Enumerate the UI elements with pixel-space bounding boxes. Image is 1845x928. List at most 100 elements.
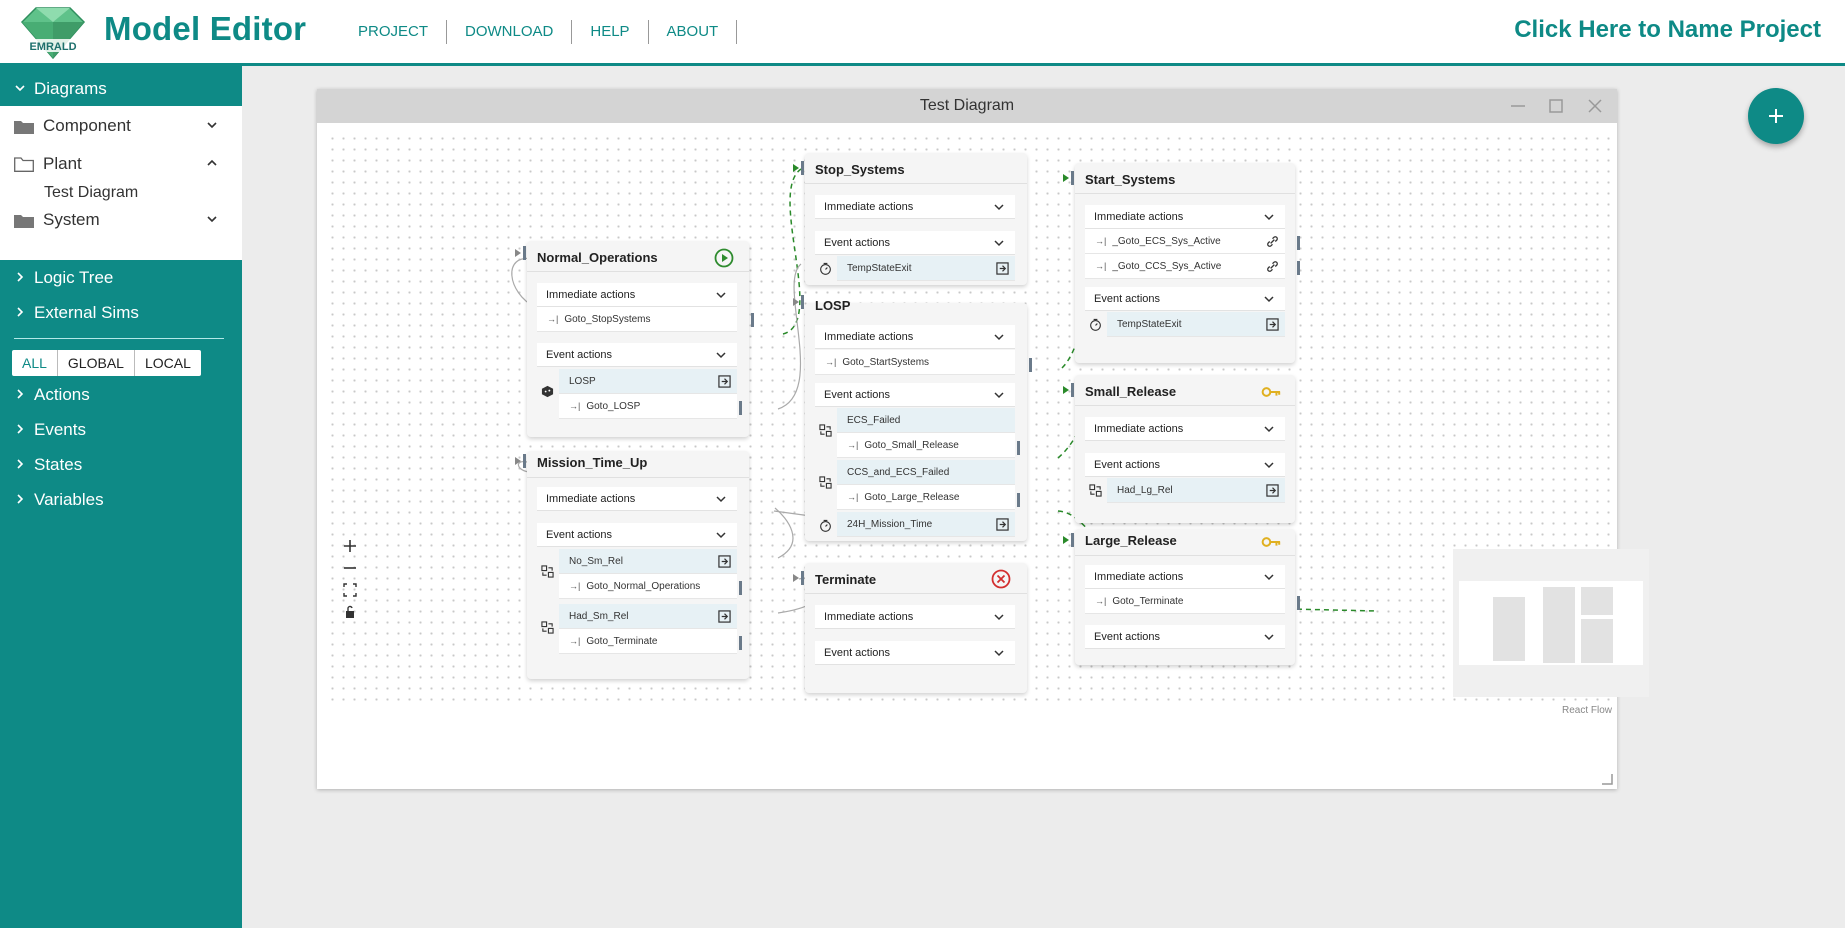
- input-handle[interactable]: [793, 161, 804, 175]
- state-node-losp[interactable]: LOSP Immediate actions →| Goto_StartSyst…: [793, 295, 1032, 541]
- exit-icon[interactable]: [718, 555, 731, 568]
- event-actions-toggle[interactable]: Event actions: [815, 641, 1015, 665]
- input-handle[interactable]: [1063, 533, 1074, 547]
- output-handle[interactable]: [739, 581, 742, 595]
- filter-global[interactable]: GLOBAL: [58, 350, 135, 376]
- diagram-canvas[interactable]: Normal_Operations Immediate actions →| G…: [327, 133, 1649, 716]
- external-sims-section-toggle[interactable]: External Sims: [0, 298, 242, 328]
- state-title[interactable]: Terminate: [815, 572, 876, 587]
- immediate-actions-toggle[interactable]: Immediate actions: [1085, 205, 1285, 229]
- link-icon[interactable]: [1266, 235, 1279, 248]
- fit-view-button[interactable]: [339, 579, 361, 601]
- state-node-small-release[interactable]: Small_Release Immediate actions Event ac…: [1063, 375, 1295, 523]
- menu-download[interactable]: DOWNLOAD: [447, 20, 573, 44]
- output-handle[interactable]: [1029, 358, 1032, 372]
- exit-icon[interactable]: [1266, 318, 1279, 331]
- immediate-actions-toggle[interactable]: Immediate actions: [537, 487, 737, 511]
- immediate-actions-toggle[interactable]: Immediate actions: [1085, 565, 1285, 589]
- state-node-terminate[interactable]: Terminate Immediate actions Event action…: [793, 563, 1027, 693]
- output-handle[interactable]: [1017, 493, 1020, 507]
- immediate-actions-toggle[interactable]: Immediate actions: [815, 325, 1015, 349]
- input-handle[interactable]: [515, 454, 526, 468]
- event-row[interactable]: TempStateExit: [837, 256, 1015, 281]
- action-row[interactable]: →| Goto_LOSP: [559, 394, 737, 419]
- output-handle[interactable]: [739, 401, 742, 415]
- event-actions-toggle[interactable]: Event actions: [537, 343, 737, 367]
- state-node-large-release[interactable]: Large_Release Immediate actions →| Goto_…: [1063, 529, 1300, 665]
- event-row[interactable]: ECS_Failed: [837, 408, 1015, 433]
- logic-tree-section-toggle[interactable]: Logic Tree: [0, 263, 242, 293]
- resize-handle-icon[interactable]: [1601, 773, 1613, 785]
- event-actions-toggle[interactable]: Event actions: [1085, 625, 1285, 649]
- maximize-icon[interactable]: [1545, 95, 1567, 117]
- action-row[interactable]: →| Goto_Terminate: [1085, 589, 1285, 614]
- action-row[interactable]: →| _Goto_CCS_Sys_Active: [1085, 254, 1285, 279]
- lock-button[interactable]: [339, 601, 361, 623]
- input-handle[interactable]: [515, 246, 526, 260]
- filter-all[interactable]: ALL: [12, 350, 58, 376]
- state-title[interactable]: Mission_Time_Up: [537, 455, 647, 470]
- event-actions-toggle[interactable]: Event actions: [1085, 453, 1285, 477]
- events-section-toggle[interactable]: Events: [0, 415, 242, 445]
- zoom-in-button[interactable]: [339, 535, 361, 557]
- event-actions-toggle[interactable]: Event actions: [1085, 287, 1285, 311]
- state-node-start-systems[interactable]: Start_Systems Immediate actions →| _Goto…: [1063, 163, 1300, 363]
- minimap[interactable]: [1453, 549, 1649, 697]
- state-node-stop-systems[interactable]: Stop_Systems Immediate actions Event act…: [793, 153, 1027, 285]
- diagrams-section-toggle[interactable]: Diagrams: [0, 74, 242, 104]
- menu-project[interactable]: PROJECT: [340, 20, 448, 44]
- event-row[interactable]: 24H_Mission_Time: [837, 512, 1015, 537]
- react-flow-attribution[interactable]: React Flow: [1562, 705, 1612, 716]
- event-row[interactable]: CCS_and_ECS_Failed: [837, 460, 1015, 485]
- close-icon[interactable]: [1584, 95, 1606, 117]
- action-row[interactable]: →| _Goto_ECS_Sys_Active: [1085, 229, 1285, 254]
- filter-local[interactable]: LOCAL: [135, 350, 201, 376]
- output-handle[interactable]: [751, 313, 754, 327]
- add-button[interactable]: [1748, 88, 1804, 144]
- event-row[interactable]: Had_Lg_Rel: [1107, 478, 1285, 503]
- exit-icon[interactable]: [996, 262, 1009, 275]
- state-title[interactable]: Large_Release: [1085, 533, 1177, 548]
- state-title[interactable]: Stop_Systems: [815, 162, 905, 177]
- output-handle[interactable]: [739, 636, 742, 650]
- input-handle[interactable]: [793, 295, 804, 309]
- action-row[interactable]: →| Goto_Small_Release: [837, 433, 1015, 458]
- immediate-actions-toggle[interactable]: Immediate actions: [1085, 417, 1285, 441]
- event-actions-toggle[interactable]: Event actions: [537, 523, 737, 547]
- input-handle[interactable]: [793, 571, 804, 585]
- immediate-actions-toggle[interactable]: Immediate actions: [815, 605, 1015, 629]
- action-row[interactable]: →| Goto_StopSystems: [537, 307, 737, 332]
- link-icon[interactable]: [1266, 260, 1279, 273]
- state-node-mission-time-up[interactable]: Mission_Time_Up Immediate actions Event …: [515, 451, 749, 679]
- exit-icon[interactable]: [1266, 484, 1279, 497]
- output-handle[interactable]: [1297, 236, 1300, 250]
- minimize-icon[interactable]: [1507, 95, 1529, 117]
- event-row[interactable]: TempStateExit: [1107, 312, 1285, 337]
- project-name-button[interactable]: Click Here to Name Project: [1514, 16, 1821, 44]
- action-row[interactable]: →| Goto_Large_Release: [837, 485, 1015, 510]
- input-handle[interactable]: [1063, 383, 1074, 397]
- state-title[interactable]: Small_Release: [1085, 384, 1176, 399]
- diagram-test-diagram[interactable]: Test Diagram: [44, 180, 260, 206]
- event-row[interactable]: LOSP: [559, 369, 737, 394]
- event-row[interactable]: No_Sm_Rel: [559, 549, 737, 574]
- event-actions-toggle[interactable]: Event actions: [815, 383, 1015, 407]
- exit-icon[interactable]: [718, 610, 731, 623]
- action-row[interactable]: →| Goto_StartSystems: [815, 350, 1015, 375]
- state-title[interactable]: Start_Systems: [1085, 172, 1175, 187]
- output-handle[interactable]: [1017, 441, 1020, 455]
- zoom-out-button[interactable]: [339, 557, 361, 579]
- exit-icon[interactable]: [996, 518, 1009, 531]
- states-section-toggle[interactable]: States: [0, 450, 242, 480]
- output-handle[interactable]: [1297, 261, 1300, 275]
- state-node-normal-operations[interactable]: Normal_Operations Immediate actions →| G…: [515, 241, 754, 437]
- state-title[interactable]: Normal_Operations: [537, 250, 658, 265]
- immediate-actions-toggle[interactable]: Immediate actions: [537, 283, 737, 307]
- window-titlebar[interactable]: Test Diagram: [317, 89, 1617, 123]
- event-row[interactable]: Had_Sm_Rel: [559, 604, 737, 629]
- folder-component[interactable]: Component: [14, 113, 230, 139]
- exit-icon[interactable]: [718, 375, 731, 388]
- folder-system[interactable]: System: [14, 207, 230, 233]
- event-actions-toggle[interactable]: Event actions: [815, 231, 1015, 255]
- state-title[interactable]: LOSP: [815, 298, 850, 313]
